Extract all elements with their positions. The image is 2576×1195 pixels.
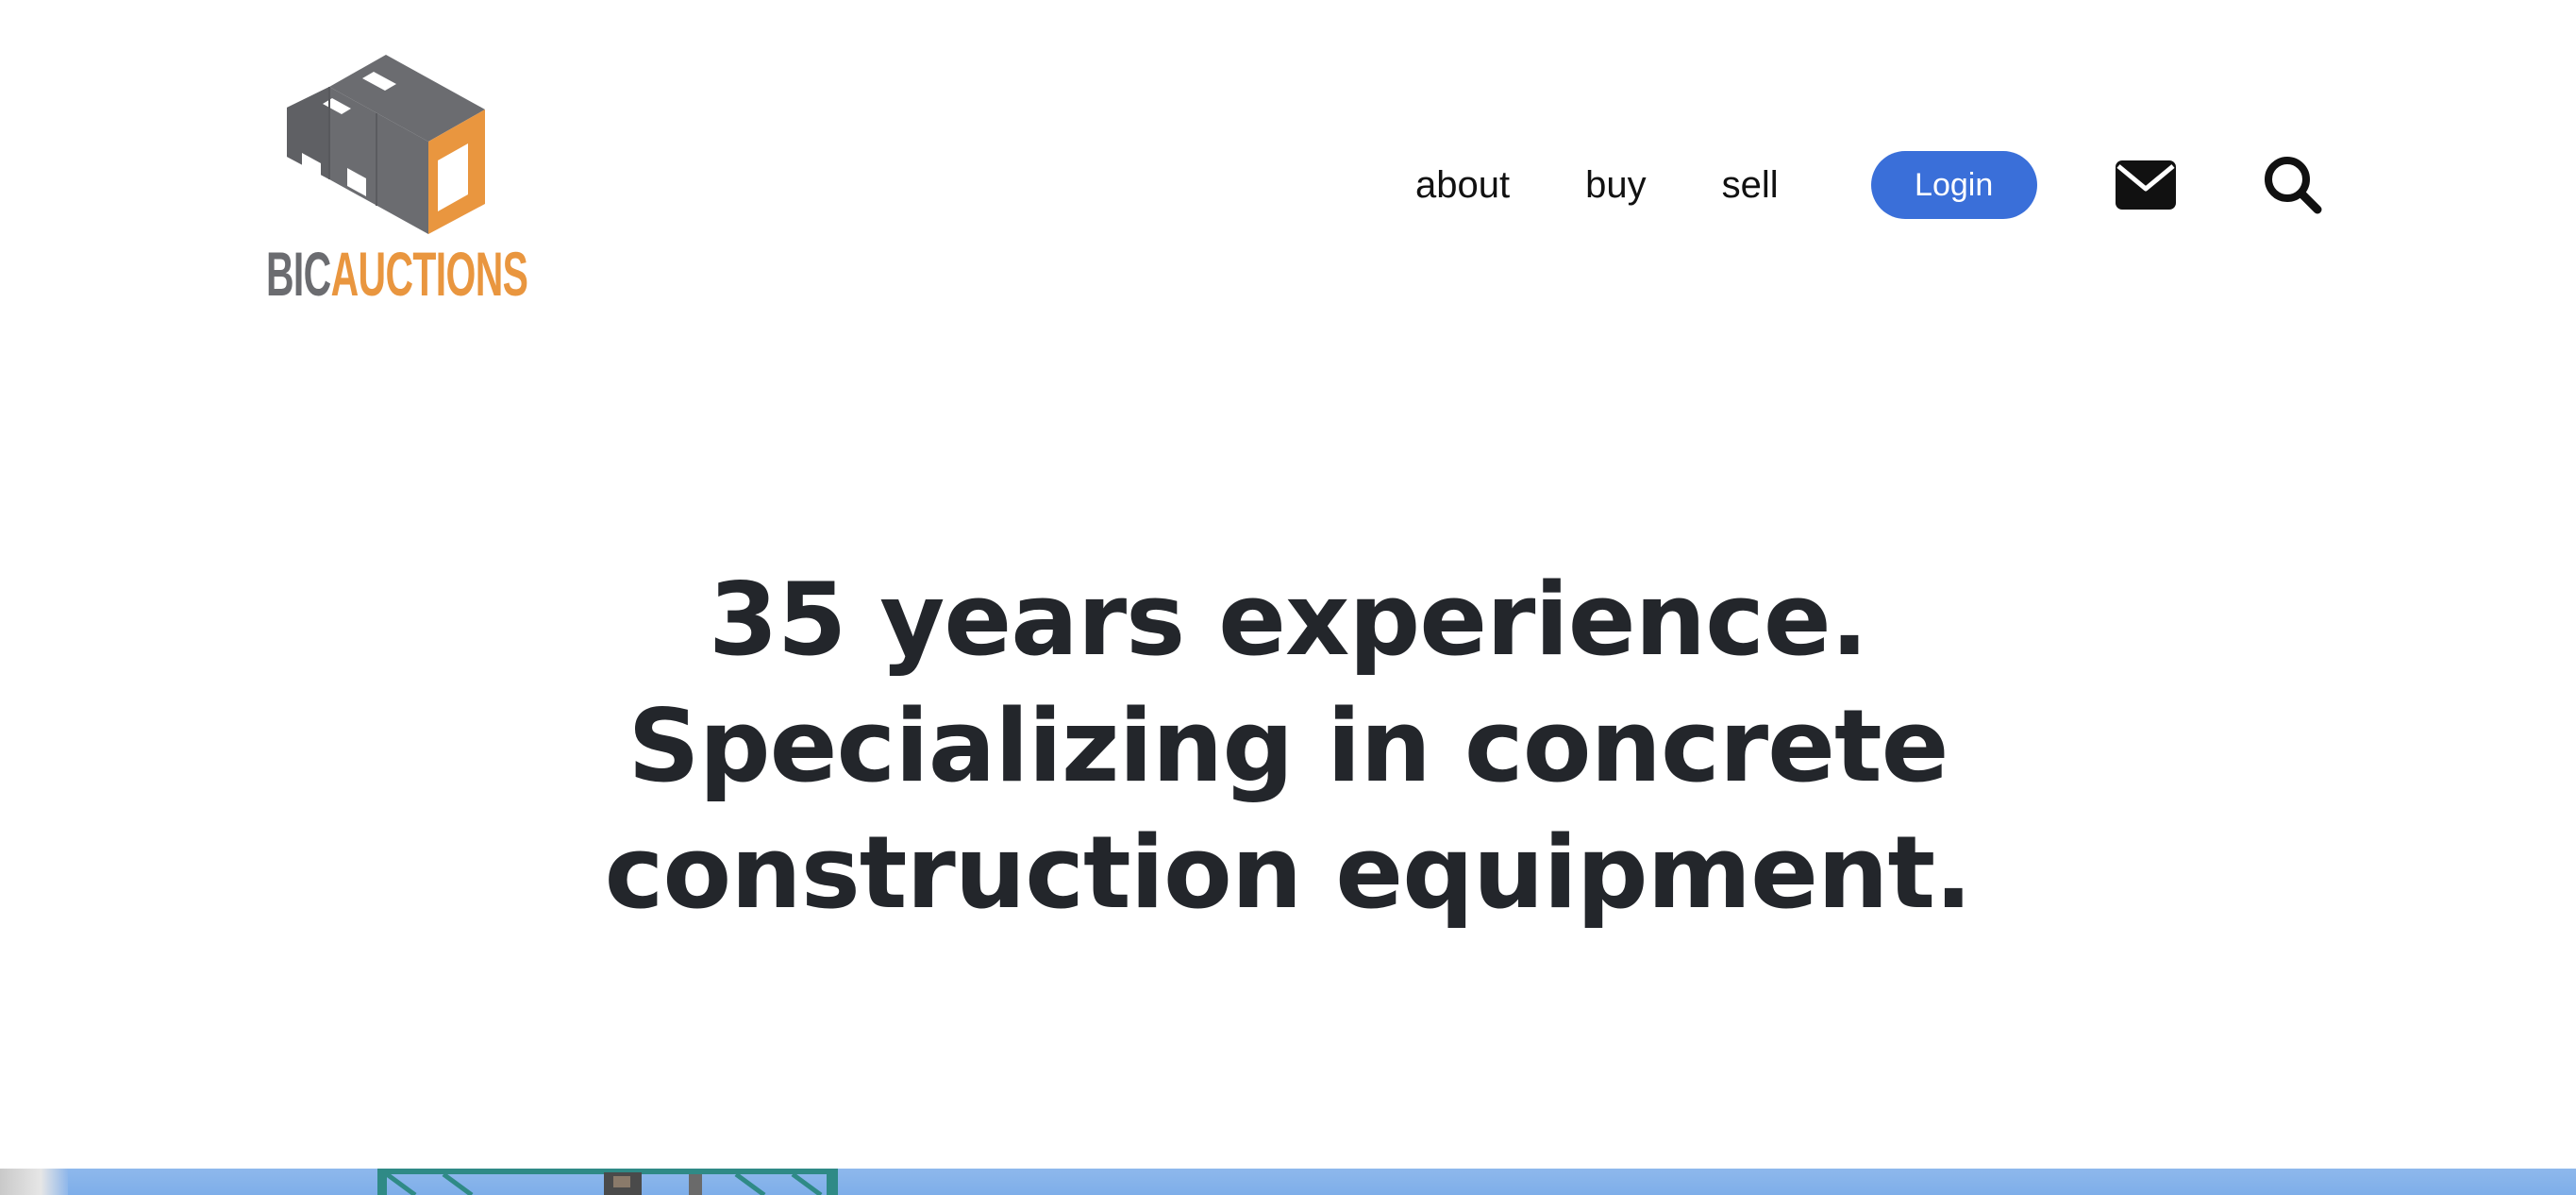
logo-text-bic: BIC <box>266 239 331 309</box>
hero-line-2: Specializing in concrete <box>627 688 1949 804</box>
nav-link-sell[interactable]: sell <box>1722 149 1779 221</box>
search-icon <box>2264 157 2322 214</box>
crane-image <box>377 1169 838 1195</box>
hero-heading: 35 years experience. Specializing in con… <box>0 557 2576 936</box>
nav-link-about[interactable]: about <box>1415 149 1510 221</box>
page: BICAUCTIONS about buy sell Login 35 year… <box>0 0 2576 1195</box>
hero-line-1: 35 years experience. <box>708 562 1868 678</box>
warehouse-logo-icon <box>287 55 485 234</box>
contact-button[interactable] <box>2113 152 2179 218</box>
hero-section: 35 years experience. Specializing in con… <box>0 557 2576 936</box>
hero-banner-image <box>0 1169 2576 1195</box>
logo-text-auctions: AUCTIONS <box>330 239 528 309</box>
site-logo[interactable]: BICAUCTIONS <box>266 55 528 310</box>
search-button[interactable] <box>2260 152 2326 218</box>
envelope-icon <box>2115 160 2176 210</box>
banner-left-edge <box>0 1169 68 1195</box>
hero-line-3: construction equipment. <box>604 815 1973 931</box>
main-nav: about buy sell Login <box>1415 149 2326 221</box>
login-button[interactable]: Login <box>1870 151 2037 219</box>
nav-link-buy[interactable]: buy <box>1585 149 1647 221</box>
logo-wordmark: BICAUCTIONS <box>266 238 528 310</box>
site-header: BICAUCTIONS about buy sell Login <box>0 0 2576 321</box>
